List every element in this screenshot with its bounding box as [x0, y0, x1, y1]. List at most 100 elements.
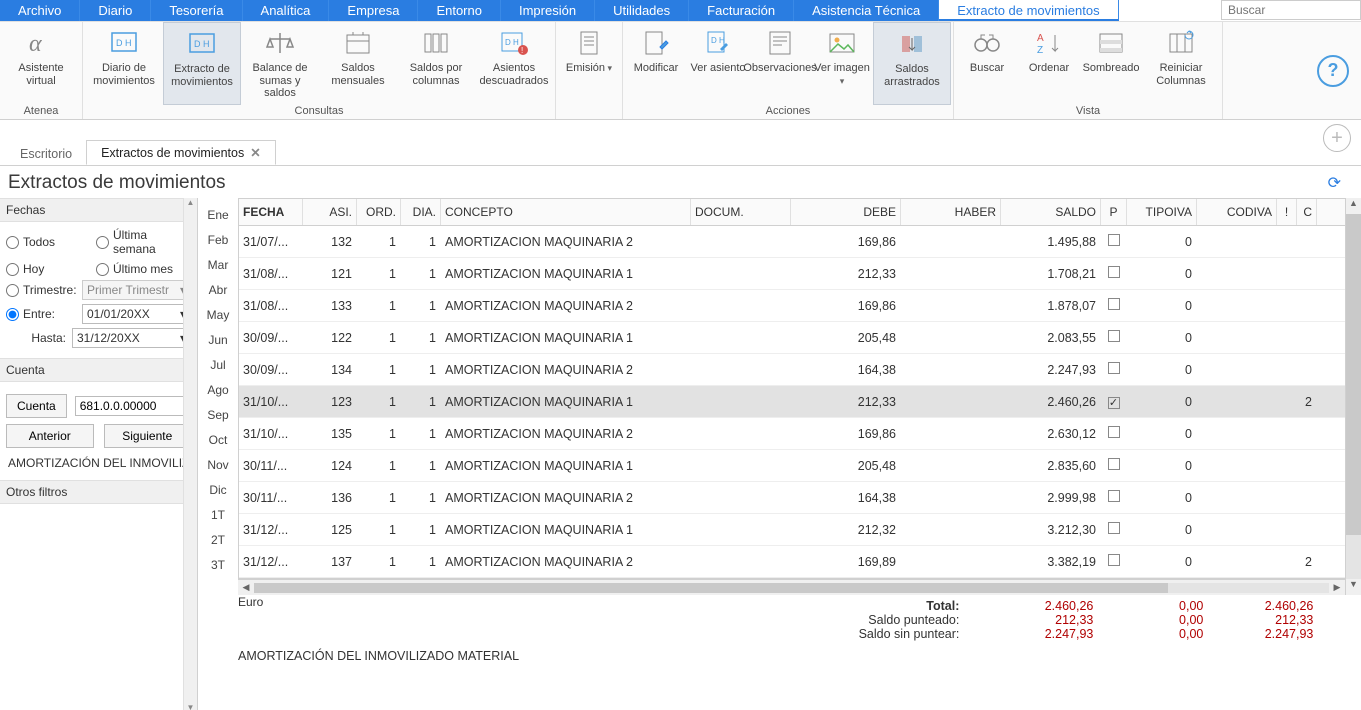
month-feb[interactable]: Feb: [198, 227, 238, 252]
month-2t[interactable]: 2T: [198, 527, 238, 552]
date-hasta-input[interactable]: 31/12/20XX▾: [72, 328, 191, 348]
radio-ultima-semana[interactable]: Última semana: [96, 228, 182, 256]
col-bang[interactable]: !: [1277, 199, 1297, 225]
ribbon-saldos-arrastrados[interactable]: Saldos arrastrados: [873, 22, 951, 105]
menu-tesorera[interactable]: Tesorería: [151, 0, 242, 21]
checkbox-punteado[interactable]: [1108, 522, 1120, 534]
anterior-button[interactable]: Anterior: [6, 424, 94, 448]
month-jul[interactable]: Jul: [198, 352, 238, 377]
ribbon-asientos-descuadrados[interactable]: D H!Asientos descuadrados: [475, 22, 553, 105]
radio-ultimo-mes[interactable]: Último mes: [96, 262, 182, 276]
section-cuenta[interactable]: Cuenta: [0, 358, 197, 382]
col-concepto[interactable]: CONCEPTO: [441, 199, 691, 225]
siguiente-button[interactable]: Siguiente: [104, 424, 192, 448]
col-docum[interactable]: DOCUM.: [691, 199, 791, 225]
col-ord[interactable]: ORD.: [357, 199, 401, 225]
add-button[interactable]: +: [1323, 124, 1351, 152]
col-last[interactable]: C: [1297, 199, 1317, 225]
menu-facturacin[interactable]: Facturación: [689, 0, 794, 21]
col-asi[interactable]: ASI.: [303, 199, 357, 225]
cuenta-input[interactable]: [75, 396, 198, 416]
refresh-icon[interactable]: ⟳: [1328, 173, 1341, 193]
checkbox-punteado[interactable]: [1108, 266, 1120, 278]
col-p[interactable]: P: [1101, 199, 1127, 225]
menu-analtica[interactable]: Analítica: [243, 0, 330, 21]
menu-impresin[interactable]: Impresión: [501, 0, 595, 21]
doc-tab-extractos-de-movimientos[interactable]: Extractos de movimientos✕: [86, 140, 276, 165]
month-ene[interactable]: Ene: [198, 202, 238, 227]
scroll-left-icon[interactable]: ◀: [238, 582, 254, 593]
month-mar[interactable]: Mar: [198, 252, 238, 277]
checkbox-punteado[interactable]: [1108, 298, 1120, 310]
col-saldo[interactable]: SALDO: [1001, 199, 1101, 225]
scroll-right-icon[interactable]: ▶: [1329, 582, 1345, 593]
ribbon-extracto-de-movimientos[interactable]: D HExtracto de movimientos: [163, 22, 241, 105]
month-abr[interactable]: Abr: [198, 277, 238, 302]
table-row[interactable]: 31/10/...13511AMORTIZACION MAQUINARIA 21…: [239, 418, 1345, 450]
menu-archivo[interactable]: Archivo: [0, 0, 80, 21]
grid-vertical-scrollbar[interactable]: ▲ ▼: [1345, 198, 1361, 595]
grid-horizontal-scrollbar[interactable]: ◀ ▶: [238, 579, 1345, 595]
ribbon-balance-de-sumas-y-saldos[interactable]: Balance de sumas y saldos: [241, 22, 319, 105]
month-3t[interactable]: 3T: [198, 552, 238, 577]
ribbon-modificar[interactable]: Modificar: [625, 22, 687, 105]
menu-utilidades[interactable]: Utilidades: [595, 0, 689, 21]
checkbox-punteado[interactable]: [1108, 554, 1120, 566]
ribbon-saldos-mensuales[interactable]: Saldos mensuales: [319, 22, 397, 105]
month-sep[interactable]: Sep: [198, 402, 238, 427]
ribbon-asistente-virtual[interactable]: αAsistente virtual: [2, 22, 80, 105]
scroll-down-icon[interactable]: ▼: [1346, 579, 1361, 595]
month-dic[interactable]: Dic: [198, 477, 238, 502]
menu-asistenciatcnica[interactable]: Asistencia Técnica: [794, 0, 939, 21]
checkbox-punteado[interactable]: [1108, 330, 1120, 342]
menu-diario[interactable]: Diario: [80, 0, 151, 21]
col-debe[interactable]: DEBE: [791, 199, 901, 225]
radio-trimestre[interactable]: Trimestre:: [6, 283, 76, 297]
month-jun[interactable]: Jun: [198, 327, 238, 352]
radio-entre[interactable]: Entre:: [6, 307, 76, 321]
close-tab-icon[interactable]: ✕: [250, 146, 260, 160]
sidebar-scrollbar[interactable]: [183, 198, 197, 710]
radio-hoy[interactable]: Hoy: [6, 262, 92, 276]
checkbox-punteado[interactable]: [1108, 234, 1120, 246]
ribbon-sombreado[interactable]: Sombreado: [1080, 22, 1142, 105]
table-row[interactable]: 30/11/...13611AMORTIZACION MAQUINARIA 21…: [239, 482, 1345, 514]
ribbon-observaciones[interactable]: Observaciones: [749, 22, 811, 105]
trimestre-select[interactable]: Primer Trimestr ▾: [82, 280, 191, 300]
col-haber[interactable]: HABER: [901, 199, 1001, 225]
table-row[interactable]: 30/09/...13411AMORTIZACION MAQUINARIA 21…: [239, 354, 1345, 386]
scroll-up-icon[interactable]: ▲: [1346, 198, 1361, 214]
ribbon-saldos-por-columnas[interactable]: Saldos por columnas: [397, 22, 475, 105]
checkbox-punteado[interactable]: [1108, 362, 1120, 374]
radio-todos[interactable]: Todos: [6, 228, 92, 256]
date-entre-input[interactable]: 01/01/20XX▾: [82, 304, 191, 324]
table-row[interactable]: 31/12/...12511AMORTIZACION MAQUINARIA 12…: [239, 514, 1345, 546]
ribbon-ver-asiento[interactable]: D HVer asiento: [687, 22, 749, 105]
section-fechas[interactable]: Fechas: [0, 198, 197, 222]
checkbox-punteado[interactable]: [1108, 490, 1120, 502]
checkbox-punteado[interactable]: [1108, 397, 1120, 409]
month-oct[interactable]: Oct: [198, 427, 238, 452]
col-codiva[interactable]: CODIVA: [1197, 199, 1277, 225]
ribbon-diario-de-movimientos[interactable]: D HDiario de movimientos: [85, 22, 163, 105]
table-row[interactable]: 31/08/...12111AMORTIZACION MAQUINARIA 12…: [239, 258, 1345, 290]
ribbon-emisi-n[interactable]: Emisión: [558, 22, 620, 117]
col-dia[interactable]: DIA.: [401, 199, 441, 225]
table-row[interactable]: 31/08/...13311AMORTIZACION MAQUINARIA 21…: [239, 290, 1345, 322]
checkbox-punteado[interactable]: [1108, 458, 1120, 470]
checkbox-punteado[interactable]: [1108, 426, 1120, 438]
menu-entorno[interactable]: Entorno: [418, 0, 501, 21]
doc-tab-escritorio[interactable]: Escritorio: [6, 143, 86, 165]
table-row[interactable]: 31/10/...12311AMORTIZACION MAQUINARIA 12…: [239, 386, 1345, 418]
col-fecha[interactable]: FECHA: [239, 199, 303, 225]
menu-empresa[interactable]: Empresa: [329, 0, 418, 21]
ribbon-tab-active[interactable]: Extracto de movimientos: [939, 0, 1118, 21]
ribbon-reiniciar-columnas[interactable]: Reiniciar Columnas: [1142, 22, 1220, 105]
table-row[interactable]: 30/11/...12411AMORTIZACION MAQUINARIA 12…: [239, 450, 1345, 482]
ribbon-buscar[interactable]: Buscar: [956, 22, 1018, 105]
table-row[interactable]: 30/09/...12211AMORTIZACION MAQUINARIA 12…: [239, 322, 1345, 354]
month-ago[interactable]: Ago: [198, 377, 238, 402]
search-input[interactable]: [1221, 0, 1361, 20]
month-may[interactable]: May: [198, 302, 238, 327]
month-nov[interactable]: Nov: [198, 452, 238, 477]
